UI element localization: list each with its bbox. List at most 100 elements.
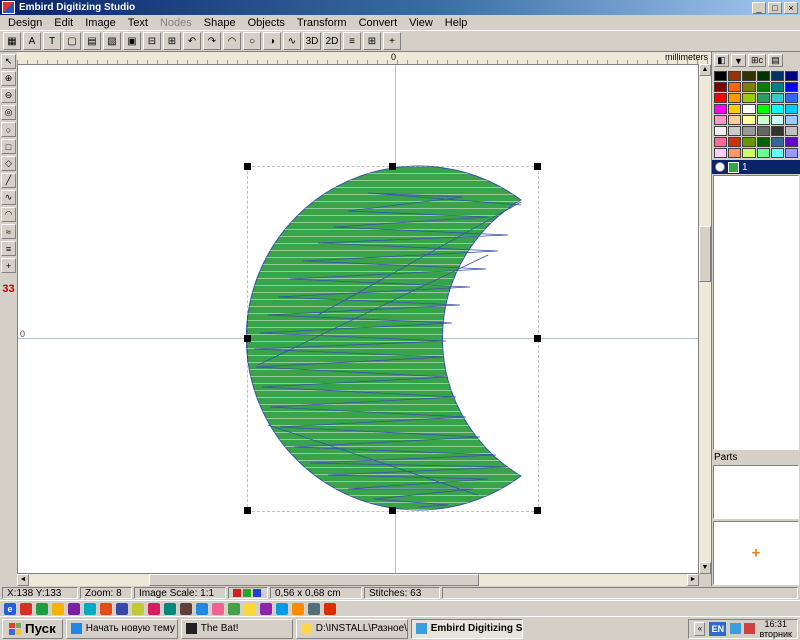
menu-item[interactable]: Text: [122, 16, 154, 30]
fill-tool[interactable]: ≈: [1, 224, 16, 239]
scroll-up-icon[interactable]: ▲: [699, 64, 711, 76]
palette-color[interactable]: [714, 82, 727, 92]
new-icon[interactable]: ▢: [63, 32, 81, 50]
rectangle-tool[interactable]: □: [1, 139, 16, 154]
palette-color[interactable]: [771, 82, 784, 92]
tray-expand-icon[interactable]: «: [694, 622, 705, 636]
palette-color[interactable]: [742, 115, 755, 125]
save-icon[interactable]: ▣: [123, 32, 141, 50]
menu-item[interactable]: Image: [79, 16, 122, 30]
palette-menu-button[interactable]: ▤: [768, 54, 783, 67]
measure-tool[interactable]: +: [1, 258, 16, 273]
quicklaunch-icon[interactable]: [84, 603, 96, 615]
palette-color[interactable]: [714, 148, 727, 158]
clock[interactable]: 16:31 вторник: [759, 619, 792, 639]
palette-color[interactable]: [757, 137, 770, 147]
palette-color[interactable]: [771, 126, 784, 136]
contour-icon[interactable]: ◑: [263, 32, 281, 50]
menu-item[interactable]: Design: [2, 16, 48, 30]
palette-color[interactable]: [728, 126, 741, 136]
quicklaunch-icon[interactable]: [324, 603, 336, 615]
line-tool[interactable]: ╱: [1, 173, 16, 188]
view-3d-icon[interactable]: 3D: [303, 32, 321, 50]
palette-color[interactable]: [714, 93, 727, 103]
zoom-out-tool[interactable]: ⊖: [1, 88, 16, 103]
palette-color[interactable]: [785, 148, 798, 158]
move-icon[interactable]: +: [383, 32, 401, 50]
tray-app-icon[interactable]: [730, 623, 741, 634]
palette-color[interactable]: [742, 148, 755, 158]
palette-color[interactable]: [742, 71, 755, 81]
palette-color[interactable]: [771, 115, 784, 125]
undo-icon[interactable]: ↶: [183, 32, 201, 50]
task-button[interactable]: Embird Digitizing Stud...: [411, 619, 523, 639]
palette-color[interactable]: [714, 137, 727, 147]
palette-color[interactable]: [728, 104, 741, 114]
start-button[interactable]: Пуск: [2, 619, 63, 639]
language-indicator[interactable]: EN: [709, 622, 726, 636]
selection-handle[interactable]: [244, 507, 251, 514]
quicklaunch-icon[interactable]: [148, 603, 160, 615]
palette-color[interactable]: [714, 115, 727, 125]
palette-color[interactable]: [728, 115, 741, 125]
quicklaunch-icon[interactable]: [180, 603, 192, 615]
zoom-area-tool[interactable]: ◎: [1, 105, 16, 120]
layers-icon[interactable]: ≡: [343, 32, 361, 50]
quicklaunch-icon[interactable]: [228, 603, 240, 615]
quicklaunch-icon[interactable]: [212, 603, 224, 615]
redo-icon[interactable]: ↷: [203, 32, 221, 50]
ellipse-tool[interactable]: ○: [1, 122, 16, 137]
menu-item[interactable]: Shape: [198, 16, 242, 30]
menu-item[interactable]: View: [403, 16, 439, 30]
palette-color[interactable]: [728, 137, 741, 147]
print-icon[interactable]: ⊟: [143, 32, 161, 50]
menu-item[interactable]: Nodes: [154, 16, 198, 30]
vertical-scroll-thumb[interactable]: [699, 226, 711, 282]
node-edit-tool[interactable]: ◇: [1, 156, 16, 171]
stitch-tool[interactable]: ≡: [1, 241, 16, 256]
quicklaunch-icon[interactable]: [52, 603, 64, 615]
wave-icon[interactable]: ∿: [283, 32, 301, 50]
selection-handle[interactable]: [244, 163, 251, 170]
design-canvas[interactable]: 0: [17, 64, 699, 574]
palette-color[interactable]: [728, 71, 741, 81]
palette-color[interactable]: [785, 71, 798, 81]
circle-mode-icon[interactable]: ○: [243, 32, 261, 50]
scroll-right-icon[interactable]: ►: [687, 574, 699, 586]
palette-mode-button[interactable]: ⊞c: [748, 54, 766, 67]
quicklaunch-icon[interactable]: [68, 603, 80, 615]
open-icon[interactable]: ▤: [83, 32, 101, 50]
palette-color[interactable]: [757, 104, 770, 114]
palette-color[interactable]: [771, 104, 784, 114]
palette-color[interactable]: [714, 71, 727, 81]
palette-color[interactable]: [757, 82, 770, 92]
palette-color[interactable]: [785, 104, 798, 114]
palette-color[interactable]: [742, 93, 755, 103]
zoom-in-tool[interactable]: ⊕: [1, 71, 16, 86]
quicklaunch-icon[interactable]: [164, 603, 176, 615]
quicklaunch-icon[interactable]: [36, 603, 48, 615]
palette-color[interactable]: [742, 137, 755, 147]
arc-mode-icon[interactable]: ◠: [223, 32, 241, 50]
menu-item[interactable]: Edit: [48, 16, 79, 30]
manual-mode-icon[interactable]: ▦: [3, 32, 21, 50]
visibility-eye-icon[interactable]: [715, 162, 725, 172]
palette-color[interactable]: [785, 137, 798, 147]
select-tool[interactable]: ↖: [1, 54, 16, 69]
palette-color[interactable]: [728, 82, 741, 92]
grid-icon[interactable]: ⊞: [363, 32, 381, 50]
selection-handle[interactable]: [534, 335, 541, 342]
palette-color[interactable]: [742, 104, 755, 114]
palette-color[interactable]: [757, 126, 770, 136]
menu-item[interactable]: Transform: [291, 16, 353, 30]
quicklaunch-icon[interactable]: [100, 603, 112, 615]
title-bar[interactable]: Embird Digitizing Studio _ □ ×: [0, 0, 800, 15]
palette-color[interactable]: [785, 126, 798, 136]
horizontal-scrollbar[interactable]: ◄ ►: [17, 574, 699, 586]
vertical-scrollbar[interactable]: ▲ ▼: [699, 64, 711, 574]
palette-color[interactable]: [757, 115, 770, 125]
parts-list[interactable]: [713, 465, 799, 519]
selection-handle[interactable]: [389, 507, 396, 514]
task-button[interactable]: Начать новую тему :: В...: [66, 619, 178, 639]
quicklaunch-icon[interactable]: [308, 603, 320, 615]
